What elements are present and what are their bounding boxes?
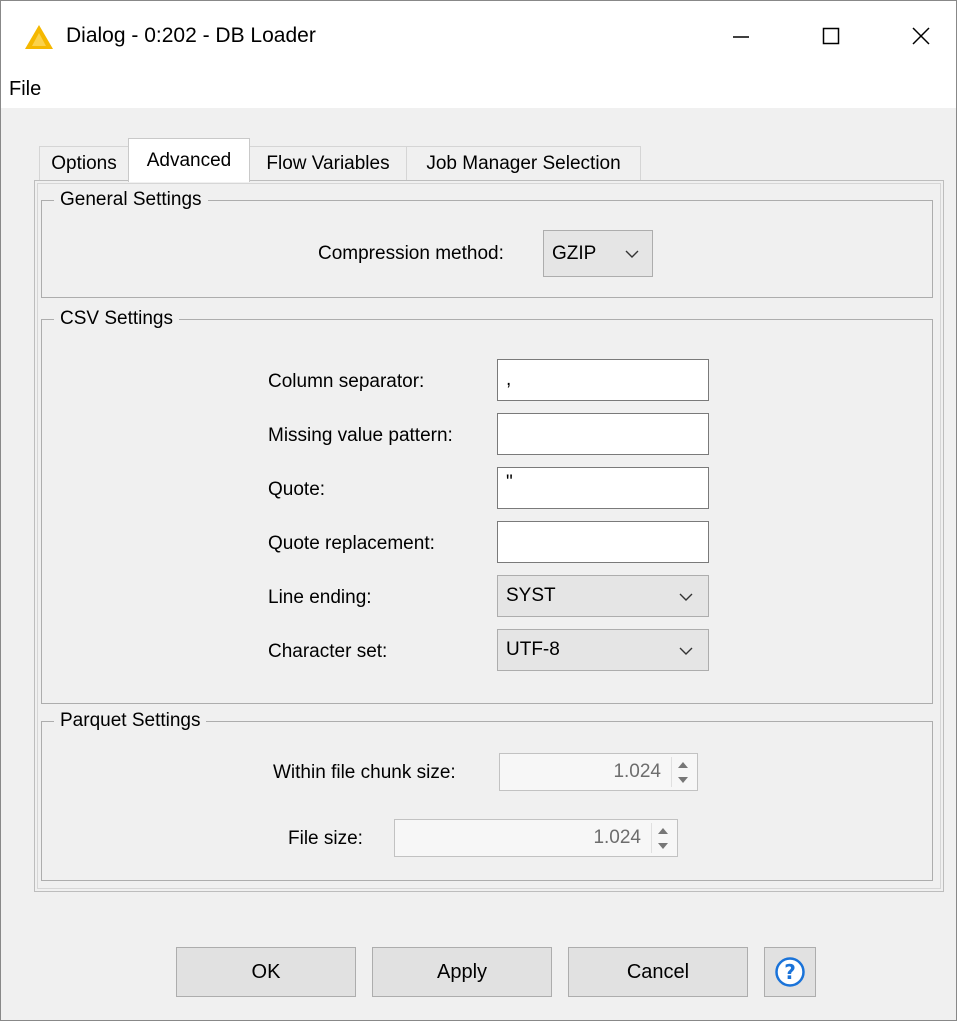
character-set-label: Character set: <box>268 641 388 662</box>
line-ending-select[interactable]: SYST <box>497 575 709 617</box>
increment-arrow-icon[interactable] <box>672 757 694 772</box>
minimize-button[interactable] <box>716 14 766 58</box>
chunk-size-spinner[interactable]: 1.024 <box>499 753 698 791</box>
missing-value-pattern-label: Missing value pattern: <box>268 425 453 446</box>
cancel-button[interactable]: Cancel <box>568 947 748 997</box>
character-set-select[interactable]: UTF-8 <box>497 629 709 671</box>
missing-value-pattern-field[interactable] <box>497 413 709 455</box>
help-question-icon: ? <box>775 957 805 987</box>
warning-triangle-icon <box>25 25 53 49</box>
parquet-settings-title: Parquet Settings <box>54 710 207 732</box>
quote-field[interactable]: " <box>497 467 709 509</box>
quote-replacement-field[interactable] <box>497 521 709 563</box>
chunk-size-stepper[interactable] <box>671 757 694 787</box>
chevron-down-icon <box>679 647 693 655</box>
minimize-icon <box>733 36 749 38</box>
file-size-label: File size: <box>288 828 363 849</box>
tab-advanced[interactable]: Advanced <box>128 138 250 182</box>
apply-button[interactable]: Apply <box>372 947 552 997</box>
close-icon <box>912 27 930 45</box>
file-size-value: 1.024 <box>593 827 641 848</box>
help-button[interactable]: ? <box>764 947 816 997</box>
csv-settings-title: CSV Settings <box>54 308 179 330</box>
quote-replacement-label: Quote replacement: <box>268 533 435 554</box>
tab-options[interactable]: Options <box>39 146 129 180</box>
line-ending-value: SYST <box>506 585 556 606</box>
menu-bar <box>0 72 957 108</box>
tab-flow-variables[interactable]: Flow Variables <box>249 146 407 180</box>
decrement-arrow-icon[interactable] <box>652 838 674 853</box>
maximize-icon <box>822 27 840 45</box>
compression-method-label: Compression method: <box>318 243 504 264</box>
parquet-settings-group <box>41 721 933 881</box>
chevron-down-icon <box>679 593 693 601</box>
maximize-button[interactable] <box>806 14 856 58</box>
character-set-value: UTF-8 <box>506 639 560 660</box>
svg-text:?: ? <box>784 960 796 984</box>
csv-settings-group <box>41 319 933 704</box>
window-title: Dialog - 0:202 - DB Loader <box>66 24 316 47</box>
line-ending-label: Line ending: <box>268 587 372 608</box>
compression-method-select[interactable]: GZIP <box>543 230 653 277</box>
tab-job-manager-selection[interactable]: Job Manager Selection <box>406 146 641 180</box>
column-separator-label: Column separator: <box>268 371 425 392</box>
file-size-stepper[interactable] <box>651 823 674 853</box>
column-separator-field[interactable]: , <box>497 359 709 401</box>
decrement-arrow-icon[interactable] <box>672 772 694 787</box>
quote-label: Quote: <box>268 479 326 500</box>
chunk-size-value: 1.024 <box>613 761 661 782</box>
general-settings-title: General Settings <box>54 189 208 211</box>
increment-arrow-icon[interactable] <box>652 823 674 838</box>
chevron-down-icon <box>625 250 639 258</box>
compression-method-value: GZIP <box>552 242 597 264</box>
close-button[interactable] <box>896 14 946 58</box>
menu-file[interactable]: File <box>9 78 41 101</box>
ok-button[interactable]: OK <box>176 947 356 997</box>
file-size-spinner[interactable]: 1.024 <box>394 819 678 857</box>
chunk-size-label: Within file chunk size: <box>273 762 456 783</box>
